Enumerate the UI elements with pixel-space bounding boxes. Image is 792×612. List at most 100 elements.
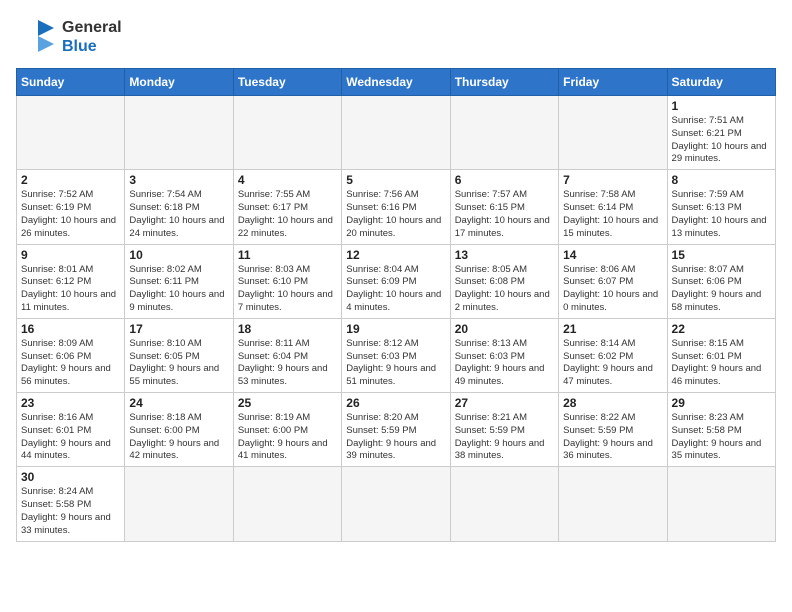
day-number: 9 bbox=[21, 248, 120, 262]
calendar-cell bbox=[450, 467, 558, 541]
day-number: 5 bbox=[346, 173, 445, 187]
day-number: 16 bbox=[21, 322, 120, 336]
day-info: Sunrise: 8:14 AM Sunset: 6:02 PM Dayligh… bbox=[563, 338, 662, 389]
day-info: Sunrise: 8:10 AM Sunset: 6:05 PM Dayligh… bbox=[129, 338, 228, 389]
calendar-cell: 9Sunrise: 8:01 AM Sunset: 6:12 PM Daylig… bbox=[17, 244, 125, 318]
logo-general: General bbox=[62, 18, 122, 37]
calendar-cell: 25 Sunrise: 8:19 AM Sunset: 6:00 PM Dayli… bbox=[233, 393, 341, 467]
day-info: Sunrise: 8:07 AM Sunset: 6:06 PM Dayligh… bbox=[672, 264, 771, 315]
day-number: 22 bbox=[672, 322, 771, 336]
calendar-cell bbox=[559, 467, 667, 541]
calendar-week-3: 16Sunrise: 8:09 AM Sunset: 6:06 PM Dayli… bbox=[17, 318, 776, 392]
weekday-header-friday: Friday bbox=[559, 69, 667, 96]
calendar-cell: 23 Sunrise: 8:16 AM Sunset: 6:01 PM Dayli… bbox=[17, 393, 125, 467]
calendar-cell bbox=[450, 96, 558, 170]
day-info: Sunrise: 8:03 AM Sunset: 6:10 PM Dayligh… bbox=[238, 264, 337, 315]
calendar-cell: 5 Sunrise: 7:56 AM Sunset: 6:16 PM Daylig… bbox=[342, 170, 450, 244]
day-info: Sunrise: 8:13 AM Sunset: 6:03 PM Dayligh… bbox=[455, 338, 554, 389]
weekday-row: SundayMondayTuesdayWednesdayThursdayFrid… bbox=[17, 69, 776, 96]
day-number: 15 bbox=[672, 248, 771, 262]
day-info: Sunrise: 8:20 AM Sunset: 5:59 PM Dayligh… bbox=[346, 412, 445, 463]
day-number: 24 bbox=[129, 396, 228, 410]
day-number: 30 bbox=[21, 470, 120, 484]
day-info: Sunrise: 8:23 AM Sunset: 5:58 PM Dayligh… bbox=[672, 412, 771, 463]
day-number: 23 bbox=[21, 396, 120, 410]
day-number: 29 bbox=[672, 396, 771, 410]
calendar-cell: 18Sunrise: 8:11 AM Sunset: 6:04 PM Dayli… bbox=[233, 318, 341, 392]
calendar-cell: 8 Sunrise: 7:59 AM Sunset: 6:13 PM Daylig… bbox=[667, 170, 775, 244]
calendar-week-0: 1Sunrise: 7:51 AM Sunset: 6:21 PM Daylig… bbox=[17, 96, 776, 170]
calendar-cell: 16Sunrise: 8:09 AM Sunset: 6:06 PM Dayli… bbox=[17, 318, 125, 392]
day-number: 7 bbox=[563, 173, 662, 187]
day-number: 4 bbox=[238, 173, 337, 187]
weekday-header-thursday: Thursday bbox=[450, 69, 558, 96]
day-info: Sunrise: 7:59 AM Sunset: 6:13 PM Dayligh… bbox=[672, 189, 771, 240]
calendar-cell bbox=[667, 467, 775, 541]
day-number: 25 bbox=[238, 396, 337, 410]
calendar-cell: 30 Sunrise: 8:24 AM Sunset: 5:58 PM Dayli… bbox=[17, 467, 125, 541]
calendar-week-1: 2Sunrise: 7:52 AM Sunset: 6:19 PM Daylig… bbox=[17, 170, 776, 244]
day-number: 17 bbox=[129, 322, 228, 336]
day-number: 2 bbox=[21, 173, 120, 187]
day-info: Sunrise: 8:18 AM Sunset: 6:00 PM Dayligh… bbox=[129, 412, 228, 463]
logo-blue: Blue bbox=[62, 37, 122, 56]
calendar-cell: 19 Sunrise: 8:12 AM Sunset: 6:03 PM Dayli… bbox=[342, 318, 450, 392]
calendar-cell: 26 Sunrise: 8:20 AM Sunset: 5:59 PM Dayli… bbox=[342, 393, 450, 467]
calendar-cell: 29 Sunrise: 8:23 AM Sunset: 5:58 PM Dayli… bbox=[667, 393, 775, 467]
calendar-header: SundayMondayTuesdayWednesdayThursdayFrid… bbox=[17, 69, 776, 96]
calendar-cell bbox=[342, 467, 450, 541]
day-number: 10 bbox=[129, 248, 228, 262]
calendar-cell: 1Sunrise: 7:51 AM Sunset: 6:21 PM Daylig… bbox=[667, 96, 775, 170]
day-info: Sunrise: 7:54 AM Sunset: 6:18 PM Dayligh… bbox=[129, 189, 228, 240]
day-info: Sunrise: 8:24 AM Sunset: 5:58 PM Dayligh… bbox=[21, 486, 120, 537]
calendar-cell: 24 Sunrise: 8:18 AM Sunset: 6:00 PM Dayli… bbox=[125, 393, 233, 467]
calendar-cell bbox=[233, 467, 341, 541]
calendar-cell: 7Sunrise: 7:58 AM Sunset: 6:14 PM Daylig… bbox=[559, 170, 667, 244]
day-number: 3 bbox=[129, 173, 228, 187]
calendar-cell: 15 Sunrise: 8:07 AM Sunset: 6:06 PM Dayli… bbox=[667, 244, 775, 318]
day-info: Sunrise: 8:12 AM Sunset: 6:03 PM Dayligh… bbox=[346, 338, 445, 389]
day-info: Sunrise: 8:16 AM Sunset: 6:01 PM Dayligh… bbox=[21, 412, 120, 463]
day-number: 20 bbox=[455, 322, 554, 336]
weekday-header-monday: Monday bbox=[125, 69, 233, 96]
calendar-cell bbox=[559, 96, 667, 170]
day-number: 18 bbox=[238, 322, 337, 336]
calendar-week-5: 30 Sunrise: 8:24 AM Sunset: 5:58 PM Dayli… bbox=[17, 467, 776, 541]
calendar-cell: 13Sunrise: 8:05 AM Sunset: 6:08 PM Dayli… bbox=[450, 244, 558, 318]
calendar-cell: 10 Sunrise: 8:02 AM Sunset: 6:11 PM Dayli… bbox=[125, 244, 233, 318]
calendar-cell: 17 Sunrise: 8:10 AM Sunset: 6:05 PM Dayli… bbox=[125, 318, 233, 392]
day-number: 19 bbox=[346, 322, 445, 336]
day-number: 6 bbox=[455, 173, 554, 187]
calendar-cell: 22 Sunrise: 8:15 AM Sunset: 6:01 PM Dayli… bbox=[667, 318, 775, 392]
calendar-cell: 28Sunrise: 8:22 AM Sunset: 5:59 PM Dayli… bbox=[559, 393, 667, 467]
day-number: 8 bbox=[672, 173, 771, 187]
weekday-header-tuesday: Tuesday bbox=[233, 69, 341, 96]
day-info: Sunrise: 8:06 AM Sunset: 6:07 PM Dayligh… bbox=[563, 264, 662, 315]
day-number: 1 bbox=[672, 99, 771, 113]
day-number: 12 bbox=[346, 248, 445, 262]
day-info: Sunrise: 8:02 AM Sunset: 6:11 PM Dayligh… bbox=[129, 264, 228, 315]
day-info: Sunrise: 8:19 AM Sunset: 6:00 PM Dayligh… bbox=[238, 412, 337, 463]
day-info: Sunrise: 7:56 AM Sunset: 6:16 PM Dayligh… bbox=[346, 189, 445, 240]
day-info: Sunrise: 8:04 AM Sunset: 6:09 PM Dayligh… bbox=[346, 264, 445, 315]
day-info: Sunrise: 8:05 AM Sunset: 6:08 PM Dayligh… bbox=[455, 264, 554, 315]
day-number: 21 bbox=[563, 322, 662, 336]
calendar-week-2: 9Sunrise: 8:01 AM Sunset: 6:12 PM Daylig… bbox=[17, 244, 776, 318]
day-number: 26 bbox=[346, 396, 445, 410]
calendar-cell bbox=[17, 96, 125, 170]
header: GeneralBlue bbox=[16, 16, 776, 58]
calendar-cell bbox=[125, 467, 233, 541]
day-number: 14 bbox=[563, 248, 662, 262]
day-number: 11 bbox=[238, 248, 337, 262]
calendar-cell: 3 Sunrise: 7:54 AM Sunset: 6:18 PM Daylig… bbox=[125, 170, 233, 244]
calendar-cell: 21 Sunrise: 8:14 AM Sunset: 6:02 PM Dayli… bbox=[559, 318, 667, 392]
weekday-header-wednesday: Wednesday bbox=[342, 69, 450, 96]
calendar-cell bbox=[125, 96, 233, 170]
day-info: Sunrise: 8:15 AM Sunset: 6:01 PM Dayligh… bbox=[672, 338, 771, 389]
calendar-body: 1Sunrise: 7:51 AM Sunset: 6:21 PM Daylig… bbox=[17, 96, 776, 542]
calendar-cell: 2Sunrise: 7:52 AM Sunset: 6:19 PM Daylig… bbox=[17, 170, 125, 244]
day-number: 28 bbox=[563, 396, 662, 410]
day-info: Sunrise: 7:57 AM Sunset: 6:15 PM Dayligh… bbox=[455, 189, 554, 240]
calendar-cell: 27Sunrise: 8:21 AM Sunset: 5:59 PM Dayli… bbox=[450, 393, 558, 467]
calendar-cell: 4Sunrise: 7:55 AM Sunset: 6:17 PM Daylig… bbox=[233, 170, 341, 244]
